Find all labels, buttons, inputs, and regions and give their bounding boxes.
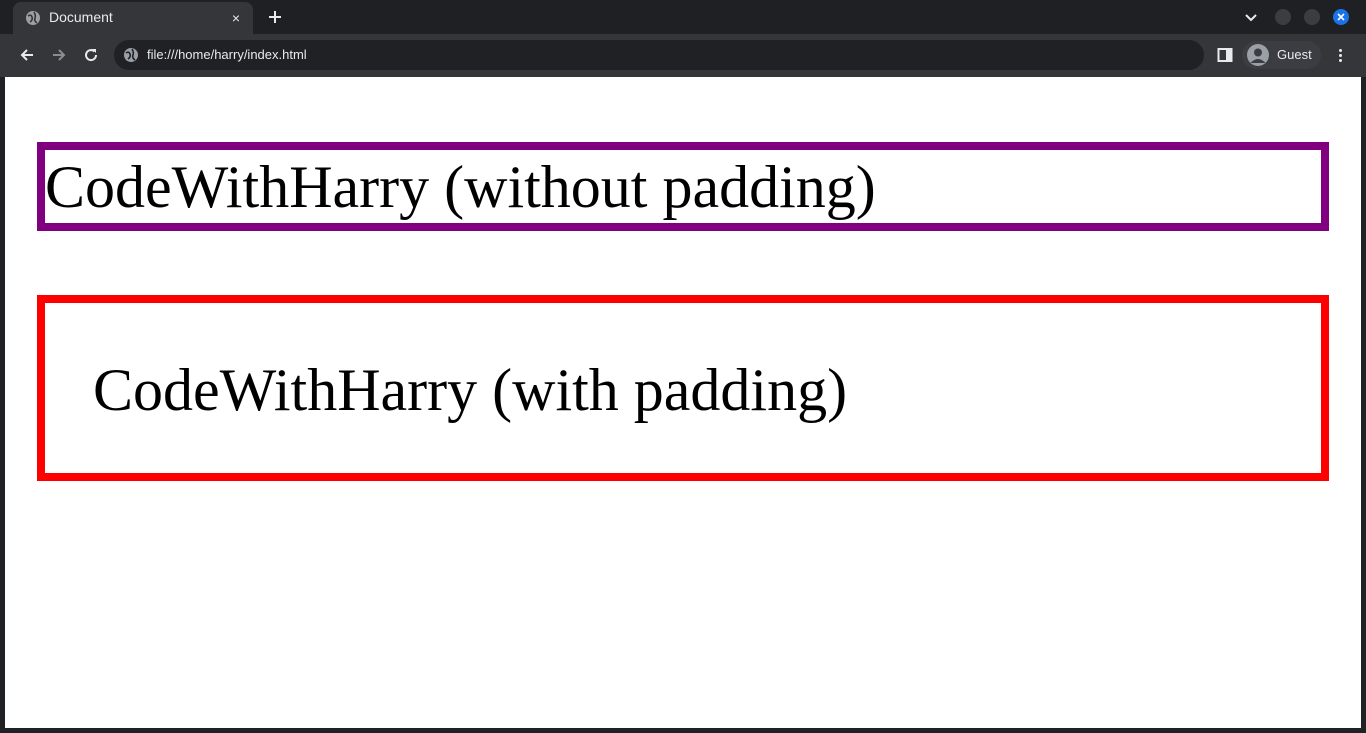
close-icon (1337, 13, 1345, 21)
page-viewport: CodeWithHarry (without padding) CodeWith… (5, 77, 1361, 728)
close-window-button[interactable] (1333, 9, 1349, 25)
chevron-down-icon[interactable] (1242, 8, 1260, 26)
more-menu-button[interactable] (1332, 45, 1348, 65)
back-button[interactable] (17, 45, 37, 65)
avatar-icon (1247, 44, 1269, 66)
maximize-button[interactable] (1304, 9, 1320, 25)
browser-window: Document × file:///home/harry/index.html… (0, 0, 1366, 733)
profile-button[interactable]: Guest (1242, 41, 1321, 69)
globe-icon (26, 11, 40, 25)
box-with-padding: CodeWithHarry (with padding) (37, 295, 1329, 481)
tab-title: Document (49, 9, 113, 25)
url-text[interactable]: file:///home/harry/index.html (147, 47, 307, 62)
new-tab-button[interactable] (264, 6, 286, 28)
reload-button[interactable] (81, 45, 101, 65)
box-without-padding: CodeWithHarry (without padding) (37, 142, 1329, 231)
address-bar[interactable]: file:///home/harry/index.html (114, 40, 1204, 70)
menu-dot (1338, 53, 1342, 57)
menu-dot (1338, 58, 1342, 62)
plus-icon (269, 11, 281, 23)
tab-document[interactable]: Document × (13, 2, 253, 34)
profile-label: Guest (1277, 47, 1312, 62)
arrow-left-icon (20, 49, 33, 61)
globe-icon[interactable] (123, 47, 139, 63)
menu-dot (1338, 48, 1342, 52)
reload-icon (85, 49, 98, 62)
tab-strip: Document × (0, 0, 1366, 34)
box-with-padding-text: CodeWithHarry (with padding) (93, 357, 848, 423)
toolbar: file:///home/harry/index.html Guest (0, 34, 1366, 77)
minimize-button[interactable] (1275, 9, 1291, 25)
arrow-right-icon (53, 49, 66, 61)
forward-button[interactable] (49, 45, 69, 65)
tab-close-icon[interactable]: × (227, 9, 245, 27)
side-panel-icon[interactable] (1217, 47, 1233, 63)
box-without-padding-text: CodeWithHarry (without padding) (45, 154, 876, 220)
